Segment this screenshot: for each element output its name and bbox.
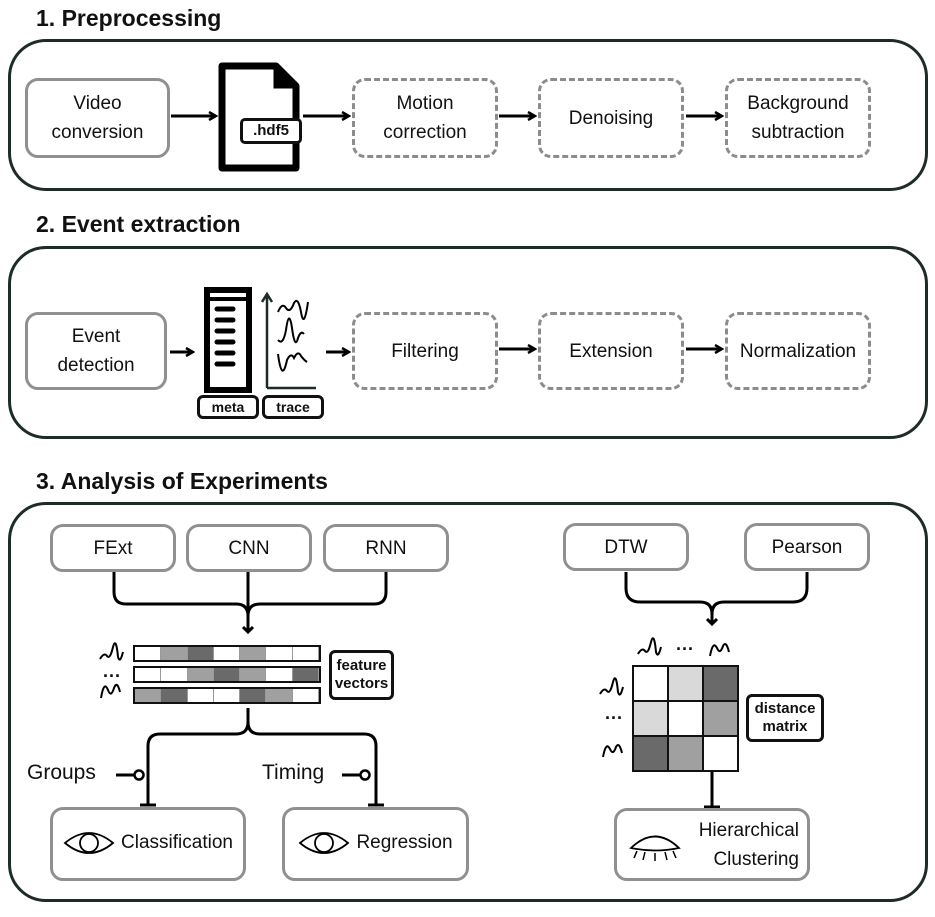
- output-classification[interactable]: Classification: [50, 807, 246, 881]
- feature-cell: [292, 647, 319, 660]
- model-label: CNN: [228, 537, 270, 559]
- meta-tag: meta: [197, 395, 259, 419]
- model-fext[interactable]: FExt: [50, 524, 176, 572]
- feature-cell: [213, 689, 241, 702]
- step-label: Denoising: [568, 107, 654, 129]
- step-motion-correction[interactable]: Motion correction: [352, 78, 498, 158]
- feature-vectors-tag: feature vectors: [329, 650, 394, 700]
- step-label: Extension: [569, 340, 653, 362]
- target-groups-label: Groups: [27, 761, 96, 784]
- feature-cell: [266, 689, 293, 702]
- distance-cell: [634, 737, 667, 770]
- method-pearson[interactable]: Pearson: [744, 523, 870, 571]
- distance-cell: [634, 667, 667, 700]
- feature-cell: [292, 689, 319, 702]
- method-dtw[interactable]: DTW: [563, 523, 689, 571]
- output-hierarchical-clustering[interactable]: Hierarchical Clustering: [614, 808, 810, 881]
- distance-cell: [669, 702, 702, 735]
- step-normalization[interactable]: Normalization: [725, 312, 871, 390]
- eye-open-icon: [299, 832, 350, 854]
- feature-cell: [135, 647, 162, 660]
- step-label: Background subtraction: [747, 93, 849, 143]
- output-label: Hierarchical Clustering: [698, 819, 799, 870]
- feature-cell: [213, 668, 241, 681]
- feature-cell: [292, 668, 319, 681]
- ellipsis-label-side: ...: [605, 703, 624, 723]
- step-extension[interactable]: Extension: [538, 312, 684, 390]
- model-label: RNN: [365, 537, 407, 559]
- feature-vector-row: [133, 687, 321, 704]
- model-rnn[interactable]: RNN: [323, 524, 449, 572]
- section-title-analysis: 3. Analysis of Experiments: [36, 468, 328, 494]
- feature-vector-row: [133, 666, 321, 683]
- feature-cell: [135, 668, 162, 681]
- output-label: Classification: [121, 832, 233, 853]
- feature-vector-row: [133, 645, 321, 662]
- eye-open-icon: [63, 832, 115, 854]
- step-label: Event detection: [57, 326, 135, 376]
- ellipsis-label-top: ...: [676, 634, 695, 654]
- distance-matrix-grid: [632, 665, 739, 772]
- step-video-conversion[interactable]: Video conversion: [25, 78, 170, 158]
- eye-closed-icon: [629, 835, 681, 861]
- step-denoising[interactable]: Denoising: [538, 78, 684, 158]
- distance-cell: [669, 737, 702, 770]
- section-title-preprocessing: 1. Preprocessing: [36, 5, 222, 31]
- feature-cell: [240, 689, 267, 702]
- method-label: Pearson: [771, 536, 843, 558]
- output-label: Regression: [356, 832, 453, 853]
- feature-cell: [266, 647, 293, 660]
- step-label: Normalization: [739, 340, 857, 362]
- method-label: DTW: [604, 536, 648, 558]
- step-event-detection[interactable]: Event detection: [25, 312, 167, 390]
- feature-cell: [187, 689, 214, 702]
- feature-vectors-grid: [133, 645, 321, 706]
- distance-cell: [704, 702, 737, 735]
- distance-cell: [704, 667, 737, 700]
- feature-cell: [187, 647, 214, 660]
- step-filtering[interactable]: Filtering: [352, 312, 498, 390]
- section-title-event-extraction: 2. Event extraction: [36, 211, 241, 237]
- feature-cell: [161, 689, 188, 702]
- step-label: Filtering: [391, 340, 459, 362]
- step-background-subtraction[interactable]: Background subtraction: [725, 78, 871, 158]
- step-label: Motion correction: [383, 93, 467, 143]
- trace-tag: trace: [262, 395, 324, 419]
- distance-cell: [669, 667, 702, 700]
- output-regression[interactable]: Regression: [282, 807, 469, 881]
- hdf5-file-tag: .hdf5: [240, 118, 302, 144]
- distance-cell: [704, 737, 737, 770]
- distance-cell: [634, 702, 667, 735]
- feature-cell: [161, 668, 188, 681]
- feature-cell: [266, 668, 293, 681]
- ellipsis-label: ...: [103, 661, 122, 681]
- step-label: Video conversion: [51, 93, 144, 143]
- feature-cell: [135, 689, 162, 702]
- feature-cell: [240, 647, 267, 660]
- model-cnn[interactable]: CNN: [186, 524, 312, 572]
- feature-cell: [240, 668, 267, 681]
- model-label: FExt: [93, 537, 133, 559]
- feature-cell: [187, 668, 214, 681]
- target-timing-label: Timing: [262, 761, 325, 784]
- feature-cell: [161, 647, 188, 660]
- distance-matrix-tag: distance matrix: [746, 694, 824, 742]
- feature-cell: [213, 647, 241, 660]
